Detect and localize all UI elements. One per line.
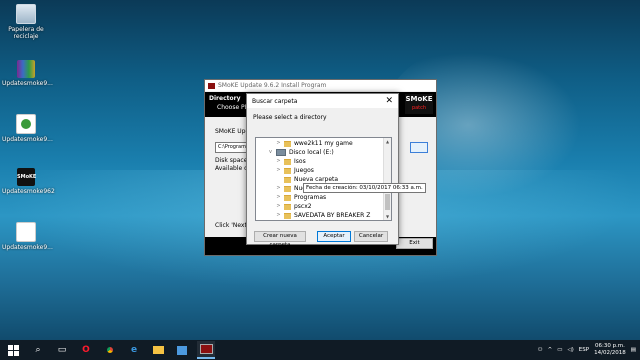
cancel-button[interactable]: Cancelar (354, 231, 388, 242)
system-tray: ⚇ ^ ▭ ◁) ESP 06:30 p.m. 14/02/2018 ▤ (538, 340, 636, 360)
logo-text: SMoKE (405, 95, 433, 103)
notification-icon[interactable]: ▤ (631, 347, 636, 353)
network-icon[interactable]: ▭ (557, 347, 562, 353)
dialog-prompt: Please select a directory (253, 114, 327, 121)
tree-item[interactable]: > Isos (276, 157, 306, 166)
desktop-icon-label: Updatesmoke9... (2, 244, 53, 251)
smoke-logo: SMoKE patch (405, 94, 433, 114)
tree-item[interactable]: v Disco local (E:) (268, 148, 334, 157)
folder-icon (284, 203, 291, 210)
tree-item-label: Juegos (294, 167, 314, 174)
tree-item-label: Programas (294, 194, 327, 201)
recycle-bin-icon (16, 4, 36, 24)
clock-date: 14/02/2018 (594, 350, 626, 356)
tree-item-label: SAVEDATA BY BREAKER Z (294, 212, 371, 219)
close-icon[interactable]: ✕ (385, 95, 393, 107)
tree-item-label: wwe2k11 my game (294, 140, 353, 147)
desktop-icon-label: Updatesmoke9... (2, 80, 53, 87)
chevron-right-icon[interactable]: > (276, 139, 281, 148)
drive-icon (276, 149, 286, 156)
installer-titlebar[interactable]: SMoKE Update 9.6.2 Install Program (205, 80, 436, 91)
chrome-icon[interactable] (101, 342, 119, 358)
chevron-right-icon[interactable]: > (276, 202, 281, 211)
language-indicator[interactable]: ESP (579, 347, 589, 353)
chevron-down-icon[interactable]: v (268, 148, 273, 157)
desktop-icon-update-doc[interactable]: Updatesmoke9... (2, 114, 53, 143)
windows-start-icon[interactable] (3, 342, 23, 358)
folder-icon (284, 158, 291, 165)
new-folder-button[interactable]: Crear nueva carpeta (254, 231, 306, 248)
scroll-up-icon[interactable]: ▲ (384, 138, 391, 145)
desktop-icon-smoke-app[interactable]: SMoKE Updatesmoke962 (2, 168, 55, 195)
ok-button[interactable]: Aceptar (317, 231, 351, 242)
chevron-right-icon[interactable]: > (276, 184, 281, 193)
volume-icon[interactable]: ◁) (567, 347, 573, 353)
smoke-installer-icon[interactable] (197, 341, 215, 359)
browse-folder-dialog[interactable]: Buscar carpeta ✕ Please select a directo… (246, 93, 399, 248)
tree-item[interactable]: > Nue (276, 184, 306, 193)
folder-icon (284, 212, 291, 219)
folder-icon (284, 140, 291, 147)
chevron-right-icon[interactable]: > (276, 166, 281, 175)
chevron-right-icon[interactable]: > (276, 193, 281, 202)
folder-icon (284, 194, 291, 201)
clock-time: 06:30 p.m. (594, 343, 625, 349)
search-icon[interactable]: ⌕ (29, 342, 47, 358)
clock[interactable]: 06:30 p.m. 14/02/2018 (594, 343, 626, 357)
tree-item[interactable]: > pscx2 (276, 202, 312, 211)
desktop-icon-label: Updatesmoke9... (2, 136, 53, 143)
winrar-archive-icon (17, 60, 35, 78)
chevron-right-icon[interactable]: > (276, 157, 281, 166)
folder-icon (284, 167, 291, 174)
exit-button[interactable]: Exit (396, 238, 433, 249)
store-icon[interactable] (173, 342, 191, 358)
desktop-icon-label: Updatesmoke962 (2, 188, 55, 195)
scroll-thumb[interactable] (385, 194, 390, 210)
tree-item-label: pscx2 (294, 203, 312, 210)
blank-file-icon (16, 222, 36, 242)
desktop-icon-recycle-bin[interactable]: Papelera de reciclaje (2, 4, 50, 40)
tree-item[interactable]: > SAVEDATA BY BREAKER Z (276, 211, 370, 220)
installer-title: SMoKE Update 9.6.2 Install Program (218, 82, 327, 89)
tree-scrollbar[interactable]: ▲ ▼ (383, 138, 391, 220)
browse-button[interactable] (410, 142, 428, 153)
dialog-titlebar[interactable]: Buscar carpeta (247, 94, 398, 108)
folder-tree[interactable]: > wwe2k11 my game v Disco local (E:) > I… (255, 137, 392, 221)
people-icon[interactable]: ⚇ (538, 347, 543, 353)
tree-item[interactable]: > Juegos (276, 166, 314, 175)
smoke-app-icon: SMoKE (17, 168, 36, 186)
desktop-icon-update-archive[interactable]: Updatesmoke9... (2, 60, 53, 87)
desktop-icon-label: Papelera de reciclaje (8, 26, 44, 40)
desktop-icon-update-file[interactable]: Updatesmoke9... (2, 222, 53, 251)
chevron-up-icon[interactable]: ^ (548, 347, 553, 353)
folder-tooltip: Fecha de creación: 03/10/2017 06:33 a.m. (303, 183, 426, 193)
tree-item-label: Isos (294, 158, 306, 165)
folder-icon (284, 185, 291, 192)
tree-item-label: Disco local (E:) (289, 149, 334, 156)
task-view-icon[interactable]: ▭ (53, 342, 71, 358)
logo-subtext: patch (411, 105, 427, 111)
document-icon (16, 114, 36, 134)
opera-icon[interactable]: O (77, 342, 95, 358)
tree-item[interactable]: > Programas (276, 193, 326, 202)
folder-icon (284, 176, 291, 183)
edge-icon[interactable]: e (125, 342, 143, 358)
header-title: Directory (209, 95, 241, 102)
chevron-right-icon[interactable]: > (276, 211, 281, 220)
tree-item[interactable]: > wwe2k11 my game (276, 139, 353, 148)
dialog-title: Buscar carpeta (252, 97, 298, 105)
smoke-app-icon (208, 82, 215, 89)
file-explorer-icon[interactable] (149, 342, 167, 358)
scroll-down-icon[interactable]: ▼ (384, 213, 391, 220)
taskbar: ⌕ ▭ O e ⚇ ^ ▭ ◁) ESP 06:30 p.m. 14/02/20… (0, 340, 640, 360)
